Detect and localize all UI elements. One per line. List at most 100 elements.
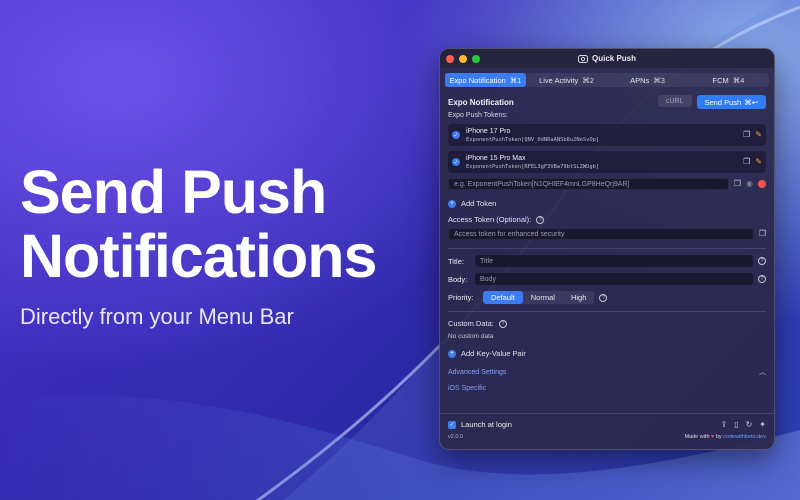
section-title: Expo Notification: [448, 97, 514, 107]
app-icon: [577, 54, 588, 63]
new-token-row: e.g. ExponentPushToken[N1QHIEF4mnLGP8HeQ…: [448, 178, 766, 190]
tab-live-activity[interactable]: Live Activity ⌘2: [526, 73, 607, 87]
launch-at-login-toggle[interactable]: ✓ Launch at login: [448, 420, 512, 429]
by-label: by: [715, 434, 722, 440]
access-token-row: Access token for enhanced security ❐: [448, 228, 766, 240]
help-icon[interactable]: ?: [536, 215, 545, 224]
hero-subtitle: Directly from your Menu Bar: [20, 304, 294, 329]
add-token-button[interactable]: + Add Token: [448, 199, 766, 208]
footer-bottom: v2.0.0 Made with ♥ by codewithbeto.dev: [448, 434, 766, 440]
made-with-text: Made with ♥ by codewithbeto.dev: [684, 434, 766, 440]
tab-label: Live Activity: [539, 75, 579, 85]
priority-normal[interactable]: Normal: [523, 291, 563, 304]
add-key-value-label: Add Key-Value Pair: [461, 349, 526, 358]
footer: ✓ Launch at login ⇪ ▯ ↻ ✦ v2.0.0 Made wi…: [440, 413, 774, 449]
token-device-name: iPhone 15 Pro Max: [466, 154, 526, 162]
made-with-label: Made with: [684, 434, 710, 440]
tab-shortcut: ⌘3: [653, 75, 665, 85]
broom-icon[interactable]: ✎: [755, 158, 762, 166]
title-bar: Quick Push: [440, 49, 774, 68]
content: Expo Notification cURL Send Push ⌘↩ Expo…: [440, 95, 774, 392]
advanced-settings-label: Advanced Settings: [448, 368, 507, 376]
footer-actions: ⇪ ▯ ↻ ✦: [720, 420, 766, 429]
send-push-shortcut: ⌘↩: [744, 97, 758, 107]
body-label: Body:: [448, 274, 468, 284]
body-row: Body: Body ?: [448, 273, 766, 285]
token-card-actions: ❐ ✎: [743, 158, 762, 166]
advanced-settings-toggle[interactable]: Advanced Settings ︿: [448, 367, 766, 377]
camera-icon[interactable]: ◉: [746, 180, 753, 188]
send-push-label: Send Push: [704, 97, 742, 107]
priority-row: Priority: Default Normal High ?: [448, 291, 766, 304]
quick-push-window: Quick Push Expo Notification ⌘1 Live Act…: [439, 48, 775, 450]
add-token-label: Add Token: [461, 199, 497, 208]
token-text: iPhone 17 Pro ExponentPushToken[QNV_0dNR…: [466, 128, 743, 143]
remove-icon[interactable]: [758, 180, 766, 188]
tab-shortcut: ⌘1: [509, 75, 522, 85]
site-link[interactable]: codewithbeto.dev: [723, 434, 766, 440]
book-icon[interactable]: ▯: [734, 420, 738, 429]
token-device-name: iPhone 17 Pro: [466, 127, 511, 135]
priority-default[interactable]: Default: [483, 291, 523, 304]
tab-fcm[interactable]: FCM ⌘4: [688, 73, 769, 87]
action-buttons: cURL Send Push ⌘↩: [657, 95, 766, 109]
access-token-header: Access Token (Optional): ?: [448, 215, 766, 224]
title-label: Title:: [448, 256, 464, 266]
token-value: ExponentPushToken[QNV_0dNRaANSb8u2NeSvOp…: [466, 136, 600, 143]
no-custom-data-text: No custom data: [448, 333, 494, 340]
custom-data-header: Custom Data: ?: [448, 319, 766, 328]
version-text: v2.0.0: [448, 434, 463, 440]
help-icon[interactable]: ?: [758, 275, 766, 283]
window-title-text: Quick Push: [591, 54, 636, 63]
access-token-label: Access Token (Optional):: [448, 215, 532, 224]
copy-icon[interactable]: ❐: [743, 131, 750, 139]
token-value: ExponentPushToken[RFEL3gF3VBw79btSLZWUgb…: [466, 163, 600, 170]
hero: Send Push Notifications Directly from yo…: [20, 160, 430, 330]
curl-button[interactable]: cURL: [657, 95, 692, 107]
refresh-icon[interactable]: ↻: [746, 420, 753, 429]
priority-label: Priority:: [448, 293, 474, 302]
paste-icon[interactable]: ❐: [759, 230, 766, 238]
heart-icon: ♥: [711, 434, 715, 440]
title-input[interactable]: Title: [475, 255, 753, 267]
help-icon[interactable]: ?: [758, 257, 766, 265]
tab-apns[interactable]: APNs ⌘3: [607, 73, 688, 87]
hero-title: Send Push Notifications: [20, 158, 377, 290]
tab-label: APNs: [630, 75, 650, 85]
token-input[interactable]: e.g. ExponentPushToken[N1QHIEF4mnLGP8HeQ…: [448, 178, 729, 190]
checkbox-icon[interactable]: ✓: [448, 420, 456, 429]
tab-expo-notification[interactable]: Expo Notification ⌘1: [445, 73, 526, 87]
add-key-value-button[interactable]: + Add Key-Value Pair: [448, 349, 766, 358]
share-icon[interactable]: ⇪: [720, 420, 727, 429]
help-icon[interactable]: ?: [498, 319, 507, 328]
title-row: Title: Title ?: [448, 255, 766, 267]
pin-icon[interactable]: ✦: [759, 420, 766, 429]
tab-bar: Expo Notification ⌘1 Live Activity ⌘2 AP…: [445, 73, 769, 87]
paste-icon[interactable]: ❐: [734, 180, 741, 188]
priority-high[interactable]: High: [563, 291, 594, 304]
custom-data-label: Custom Data:: [448, 319, 494, 328]
copy-icon[interactable]: ❐: [743, 158, 750, 166]
plus-icon: +: [448, 199, 456, 208]
plus-icon: +: [448, 349, 456, 358]
token-card[interactable]: ✓ iPhone 17 Pro ExponentPushToken[QNV_0d…: [448, 124, 766, 146]
priority-segmented-control: Default Normal High: [483, 291, 595, 304]
tab-shortcut: ⌘4: [732, 75, 745, 85]
push-tokens-label: Expo Push Tokens:: [448, 112, 508, 119]
window-title: Quick Push: [440, 54, 774, 63]
send-push-button[interactable]: Send Push ⌘↩: [696, 95, 766, 109]
ios-specific-label[interactable]: iOS Specific: [448, 385, 766, 392]
tab-label: Expo Notification: [449, 75, 506, 85]
tab-shortcut: ⌘2: [582, 75, 594, 85]
access-token-input[interactable]: Access token for enhanced security: [448, 228, 754, 240]
body-input[interactable]: Body: [475, 273, 753, 285]
divider: [448, 311, 766, 312]
divider: [448, 248, 766, 249]
token-text: iPhone 15 Pro Max ExponentPushToken[RFEL…: [466, 155, 743, 170]
section-header: Expo Notification cURL Send Push ⌘↩: [448, 95, 766, 109]
token-card[interactable]: ✓ iPhone 15 Pro Max ExponentPushToken[RF…: [448, 151, 766, 173]
checkmark-icon[interactable]: ✓: [452, 158, 460, 166]
help-icon[interactable]: ?: [599, 293, 608, 302]
checkmark-icon[interactable]: ✓: [452, 131, 460, 139]
broom-icon[interactable]: ✎: [755, 131, 762, 139]
